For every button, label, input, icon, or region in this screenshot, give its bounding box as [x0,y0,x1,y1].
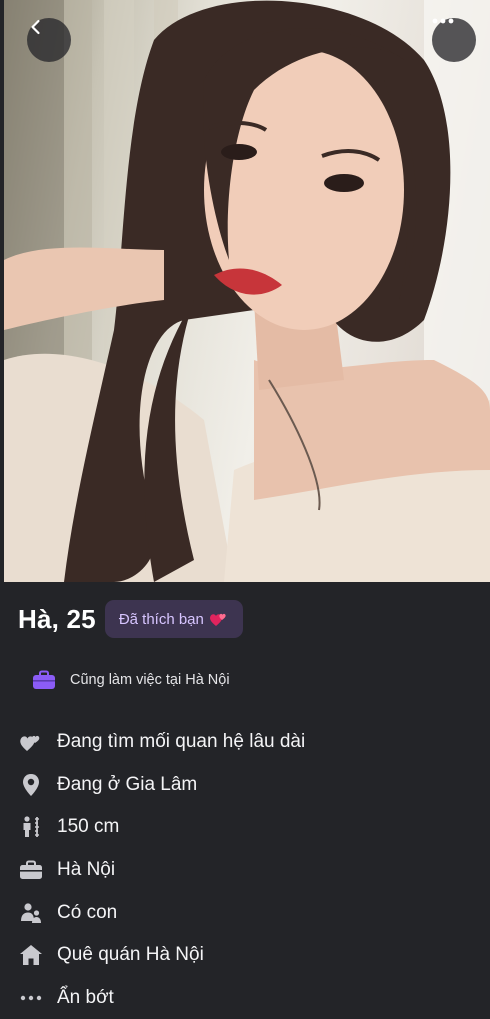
more-dots-icon [18,985,44,1011]
profile-photo[interactable] [4,0,490,582]
detail-location: Đang ở Gia Lâm [18,764,478,807]
detail-looking-for: Đang tìm mối quan hệ lâu dài [18,721,478,764]
family-icon [18,900,44,926]
common-info-text: Cũng làm việc tại Hà Nội [70,672,230,688]
profile-details-list: Đang tìm mối quan hệ lâu dài Đang ở Gia … [18,721,478,1019]
detail-work: Hà Nội [18,849,478,892]
briefcase-icon [18,857,44,883]
profile-photo-illustration [4,0,490,582]
liked-you-label: Đã thích bạn [118,610,204,628]
briefcase-purple-icon [33,670,55,689]
more-dots-icon [432,18,454,24]
profile-name-age: Hà, 25 [18,603,96,634]
detail-height: 150 cm [18,806,478,849]
collapse-details-button[interactable]: Ẩn bớt [18,977,478,1019]
back-button[interactable] [27,18,71,62]
two-hearts-icon [209,613,226,626]
detail-hometown: Quê quán Hà Nội [18,934,478,977]
chevron-left-icon [31,19,40,35]
hearts-icon [18,729,44,755]
height-icon [18,814,44,840]
common-info-row: Cũng làm việc tại Hà Nội [32,666,230,694]
location-pin-icon [18,772,44,798]
liked-you-badge: Đã thích bạn [104,600,243,638]
more-options-button[interactable] [432,18,476,62]
profile-screen: Hà, 25 Đã thích bạn Cũng làm việc tại Hà… [0,0,490,1009]
name-row: Hà, 25 Đã thích bạn [18,598,243,640]
collapse-label: Ẩn bớt [57,986,114,1008]
home-icon [18,942,44,968]
detail-children: Có con [18,891,478,934]
